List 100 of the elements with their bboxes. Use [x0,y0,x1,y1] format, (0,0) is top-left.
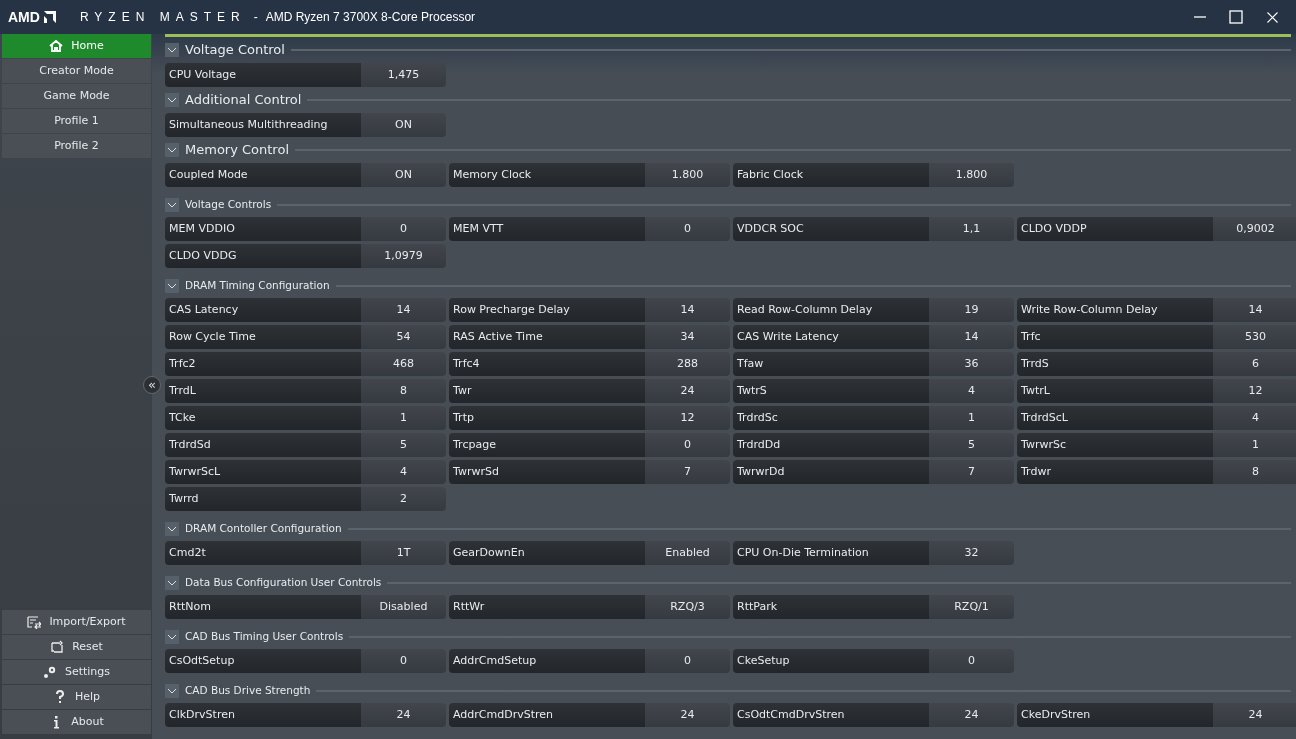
chevron-icon[interactable] [165,93,179,107]
parameter-value[interactable]: 12 [1213,379,1296,403]
parameter-value[interactable]: RZQ/3 [645,595,730,619]
reset-icon [50,640,65,654]
section-title: CAD Bus Timing User Controls [185,628,344,644]
parameter-label: Trfc2 [165,352,361,376]
parameter-value[interactable]: ON [361,163,446,187]
parameter-value[interactable]: 0 [645,433,730,457]
parameter-value[interactable]: 7 [645,460,730,484]
parameter-value[interactable]: 7 [929,460,1014,484]
sidebar-item[interactable]: About [2,710,151,734]
parameter-label: AddrCmdSetup [449,649,645,673]
parameter-value[interactable]: 468 [361,352,446,376]
parameter-value[interactable]: 5 [929,433,1014,457]
parameter-label: GearDownEn [449,541,645,565]
chevron-icon[interactable] [165,43,179,57]
parameter-label: Simultaneous Multithreading [165,113,361,137]
chevron-icon[interactable] [165,683,179,698]
parameter-label: CkeSetup [733,649,929,673]
parameter-label: CLDO VDDP [1017,217,1213,241]
collapse-button[interactable]: « [143,376,161,394]
parameter-value[interactable]: 1 [1213,433,1296,457]
parameter-label: Trfc4 [449,352,645,376]
parameter-value[interactable]: 24 [645,703,730,727]
parameter-value[interactable]: 1.800 [929,163,1014,187]
parameter-label: CAS Latency [165,298,361,322]
parameter-label: TwrwrSd [449,460,645,484]
section-title: Memory Control [185,141,289,160]
parameter-label: ClkDrvStren [165,703,361,727]
parameter-label: Read Row-Column Delay [733,298,929,322]
sidebar-item[interactable]: Game Mode [2,84,151,108]
chevron-icon[interactable] [165,143,179,157]
sidebar-item[interactable]: Reset [2,635,151,659]
parameter-label: TrrdS [1017,352,1213,376]
sidebar-item[interactable]: Profile 2 [2,134,151,158]
parameter-value[interactable]: 4 [1213,406,1296,430]
parameter-value[interactable]: 14 [929,325,1014,349]
parameter-value[interactable]: ON [361,113,446,137]
parameter-value[interactable]: 1 [929,406,1014,430]
parameter-value[interactable]: 24 [929,703,1014,727]
parameter-value[interactable]: 19 [929,298,1014,322]
parameter-value[interactable]: 24 [645,379,730,403]
parameter-value[interactable]: 14 [361,298,446,322]
close-icon [1266,11,1278,23]
parameter-value[interactable]: 54 [361,325,446,349]
parameter-label: Cmd2t [165,541,361,565]
section-title: DRAM Timing Configuration [185,277,330,293]
parameter-label: RttPark [733,595,929,619]
parameter-value[interactable]: 24 [361,703,446,727]
parameter-value[interactable]: 1,475 [361,63,446,87]
parameter-value[interactable]: 14 [645,298,730,322]
parameter-value[interactable]: 34 [645,325,730,349]
parameter-value[interactable]: 1T [361,541,446,565]
parameter-value[interactable]: 0 [645,217,730,241]
parameter-value[interactable]: RZQ/1 [929,595,1014,619]
parameter-value[interactable]: 8 [361,379,446,403]
parameter-value[interactable]: 4 [361,460,446,484]
parameter-value[interactable]: 0 [645,649,730,673]
parameter-value[interactable]: 1.800 [645,163,730,187]
parameter-label: CPU Voltage [165,63,361,87]
chevron-icon[interactable] [165,521,179,536]
parameter-label: RttWr [449,595,645,619]
parameter-value[interactable]: 288 [645,352,730,376]
parameter-value[interactable]: 0 [929,649,1014,673]
parameter-value[interactable]: 4 [929,379,1014,403]
sidebar-item[interactable]: Import/Export [2,610,151,634]
parameter-value[interactable]: 0 [361,217,446,241]
section-title: DRAM Contoller Configuration [185,520,342,536]
chevron-icon[interactable] [165,197,179,212]
parameter-label: CsOdtSetup [165,649,361,673]
chevron-icon[interactable] [165,575,179,590]
parameter-value[interactable]: 32 [929,541,1014,565]
title-separator: - [253,9,258,26]
parameter-value[interactable]: 12 [645,406,730,430]
parameter-value[interactable]: 0 [361,649,446,673]
chevron-icon[interactable] [165,278,179,293]
sidebar-item[interactable]: Home [2,34,151,58]
parameter-label: CsOdtCmdDrvStren [733,703,929,727]
chevron-icon[interactable] [165,629,179,644]
sidebar-item[interactable]: Creator Mode [2,59,151,83]
sidebar-item[interactable]: Settings [2,660,151,684]
parameter-value[interactable]: 1,0979 [361,244,446,268]
parameter-value[interactable]: 36 [929,352,1014,376]
parameter-value[interactable]: 14 [1213,298,1296,322]
parameter-value[interactable]: 5 [361,433,446,457]
parameter-value[interactable]: 2 [361,487,446,511]
parameter-value[interactable]: 24 [1213,703,1296,727]
parameter-value[interactable]: 6 [1213,352,1296,376]
parameter-value[interactable]: 1,1 [929,217,1014,241]
parameter-label: CLDO VDDG [165,244,361,268]
parameter-value[interactable]: 0,9002 [1213,217,1296,241]
sidebar-item[interactable]: Help [2,685,151,709]
parameter-value[interactable]: 1 [361,406,446,430]
logo-icon [43,11,56,23]
parameter-value[interactable]: Disabled [361,595,446,619]
parameter-value[interactable]: 530 [1213,325,1296,349]
parameter-value[interactable]: 8 [1213,460,1296,484]
sidebar-item[interactable]: Profile 1 [2,109,151,133]
parameter-value[interactable]: Enabled [645,541,730,565]
parameter-label: Memory Clock [449,163,645,187]
